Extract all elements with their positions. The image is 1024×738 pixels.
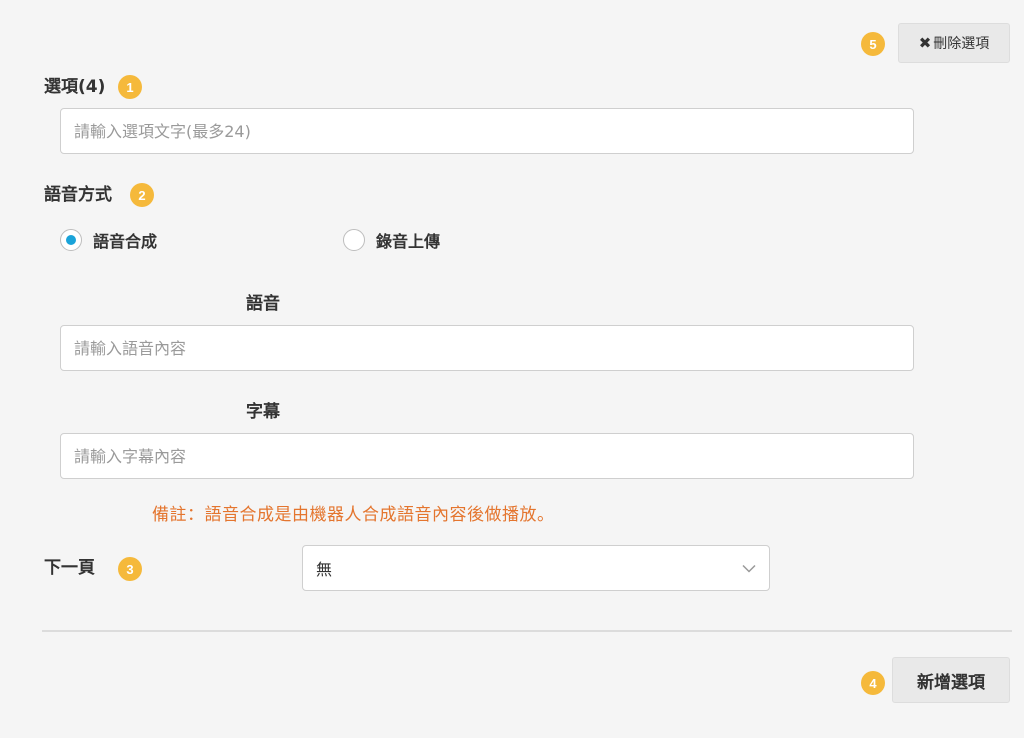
step-badge-2: 2 xyxy=(130,183,154,207)
radio-speech-synthesis-label: 語音合成 xyxy=(93,232,158,251)
radio-checked-icon xyxy=(60,229,82,251)
voice-mode-label: 語音方式 xyxy=(44,185,112,205)
section-divider xyxy=(42,630,1012,632)
next-page-select[interactable]: 無 xyxy=(302,545,770,591)
close-icon: ✖ xyxy=(918,34,932,52)
chevron-down-icon xyxy=(742,564,756,573)
add-option-button[interactable]: 新增選項 xyxy=(892,657,1010,703)
subtitle-label: 字幕 xyxy=(246,402,280,422)
option-label: 選項(4) xyxy=(44,77,106,97)
step-badge-4: 4 xyxy=(861,671,885,695)
speech-label: 語音 xyxy=(246,294,280,314)
delete-option-button[interactable]: ✖ 刪除選項 xyxy=(898,23,1010,63)
note-text: 備註：語音合成是由機器人合成語音內容後做播放。 xyxy=(152,505,555,525)
next-page-selected-value: 無 xyxy=(316,560,333,579)
subtitle-content-input[interactable] xyxy=(60,433,914,479)
delete-option-label: 刪除選項 xyxy=(933,36,990,52)
step-badge-5: 5 xyxy=(861,32,885,56)
speech-content-input[interactable] xyxy=(60,325,914,371)
step-badge-3: 3 xyxy=(118,557,142,581)
radio-recording-upload-label: 錄音上傳 xyxy=(376,232,441,251)
step-badge-1: 1 xyxy=(118,75,142,99)
radio-recording-upload[interactable]: 錄音上傳 xyxy=(343,228,440,252)
next-page-label: 下一頁 xyxy=(44,558,95,578)
radio-speech-synthesis[interactable]: 語音合成 xyxy=(60,228,157,252)
radio-unchecked-icon xyxy=(343,229,365,251)
option-text-input[interactable] xyxy=(60,108,914,154)
